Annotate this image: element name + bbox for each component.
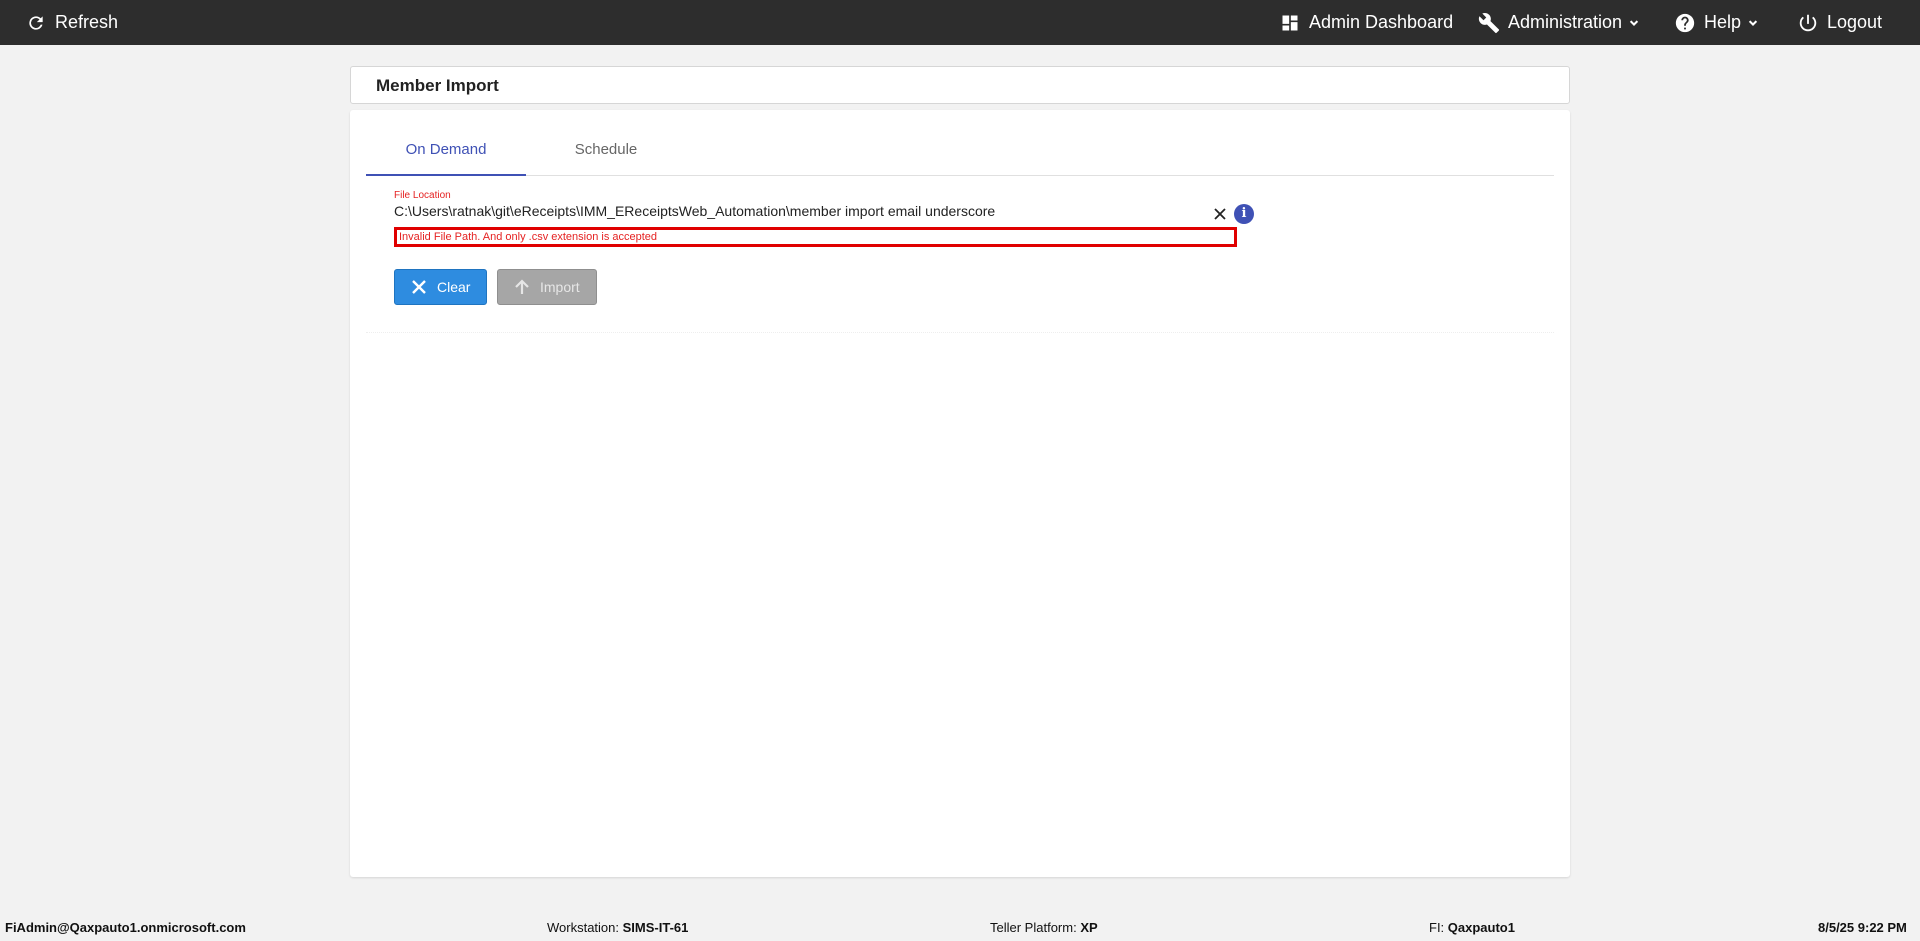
import-button-label: Import — [540, 279, 580, 295]
footer-workstation: Workstation: SIMS-IT-61 — [547, 915, 688, 941]
footer-datetime: 8/5/25 9:22 PM — [1818, 915, 1907, 941]
tab-schedule[interactable]: Schedule — [526, 130, 686, 176]
footer-fi-value: Qaxpauto1 — [1447, 920, 1515, 935]
footer-datetime-value: 8/5/25 9:22 PM — [1818, 920, 1907, 935]
refresh-button[interactable]: Refresh — [25, 0, 118, 45]
footer-user-value: FiAdmin@Qaxpauto1.onmicrosoft.com — [5, 920, 246, 935]
help-circle-icon — [1674, 12, 1696, 34]
file-location-label: File Location — [394, 190, 451, 201]
admin-dashboard-link[interactable]: Admin Dashboard — [1279, 0, 1453, 45]
arrow-up-icon — [512, 277, 532, 297]
import-button[interactable]: Import — [497, 269, 597, 305]
section-divider — [366, 332, 1554, 333]
tab-on-demand[interactable]: On Demand — [366, 130, 526, 176]
footer-teller-platform-label: Teller Platform: — [990, 920, 1077, 935]
page-header-card: Member Import — [350, 66, 1570, 104]
refresh-icon — [25, 12, 47, 34]
footer-fi: FI: Qaxpauto1 — [1429, 915, 1515, 941]
tab-bar: On Demand Schedule — [366, 130, 1554, 176]
close-icon — [409, 277, 429, 297]
help-label: Help — [1704, 12, 1742, 32]
clear-button-label: Clear — [437, 279, 471, 295]
logout-button[interactable]: Logout — [1797, 0, 1882, 45]
footer-teller-platform-value: XP — [1080, 920, 1098, 935]
file-path-error: Invalid File Path. And only .csv extensi… — [394, 227, 1237, 247]
chevron-down-icon — [1627, 16, 1641, 30]
top-navigation-bar: Refresh Admin Dashboard Administration H… — [0, 0, 1920, 45]
file-location-input[interactable] — [394, 203, 1214, 219]
dashboard-icon — [1279, 12, 1301, 34]
refresh-label: Refresh — [55, 12, 119, 32]
help-menu[interactable]: Help — [1674, 0, 1760, 45]
member-import-panel: On Demand Schedule File Location i Inval… — [350, 110, 1570, 877]
page-title: Member Import — [376, 76, 499, 95]
footer-user: FiAdmin@Qaxpauto1.onmicrosoft.com — [5, 915, 246, 941]
power-icon — [1797, 12, 1819, 34]
chevron-down-icon — [1746, 16, 1760, 30]
status-footer: FiAdmin@Qaxpauto1.onmicrosoft.com Workst… — [0, 915, 1920, 941]
logout-label: Logout — [1827, 12, 1883, 32]
footer-fi-label: FI: — [1429, 920, 1445, 935]
info-icon[interactable]: i — [1234, 204, 1254, 224]
footer-workstation-label: Workstation: — [547, 920, 620, 935]
wrench-icon — [1478, 12, 1500, 34]
clear-button[interactable]: Clear — [394, 269, 487, 305]
admin-dashboard-label: Admin Dashboard — [1309, 12, 1454, 32]
administration-menu[interactable]: Administration — [1478, 0, 1641, 45]
administration-label: Administration — [1508, 12, 1623, 32]
clear-input-icon[interactable] — [1212, 206, 1228, 222]
footer-teller-platform: Teller Platform: XP — [990, 915, 1098, 941]
footer-workstation-value: SIMS-IT-61 — [622, 920, 689, 935]
